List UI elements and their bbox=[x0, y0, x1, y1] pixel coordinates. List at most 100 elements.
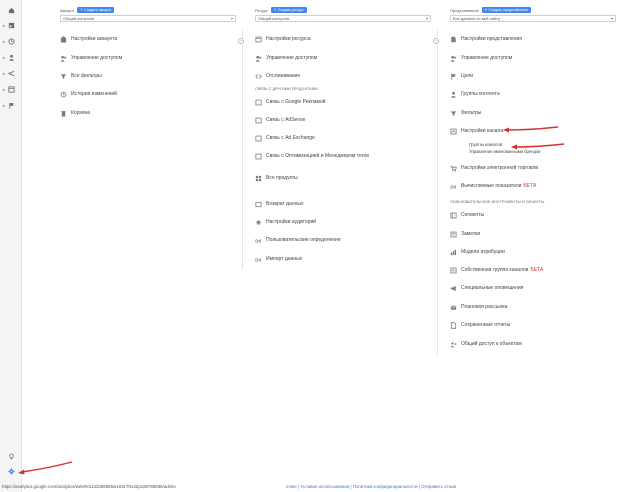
filter-icon bbox=[60, 73, 67, 79]
users-icon bbox=[450, 55, 457, 62]
share-icon bbox=[450, 341, 457, 347]
filter-icon bbox=[450, 110, 457, 116]
ecommerce-settings-link[interactable]: Настройки электронной торговли bbox=[450, 163, 538, 173]
history-icon bbox=[60, 91, 67, 97]
svg-text:Dd: Dd bbox=[255, 257, 261, 262]
nav-realtime[interactable]: ▸ bbox=[3, 36, 21, 47]
link-icon bbox=[255, 117, 262, 123]
google-ads-link[interactable]: Связь с Google Рекламой bbox=[255, 97, 325, 107]
behavior-icon bbox=[8, 86, 15, 93]
scheduled-emails-link[interactable]: Плановая рассылка bbox=[450, 302, 507, 312]
account-label: Аккаунт bbox=[60, 7, 75, 13]
account-trash-link[interactable]: Корзина bbox=[60, 108, 90, 118]
nav-behavior[interactable]: ▸ bbox=[3, 84, 21, 95]
divider bbox=[437, 30, 438, 355]
share-assets-link[interactable]: Общий доступ к объектам bbox=[450, 339, 522, 349]
data-import-link[interactable]: Dd Импорт данных bbox=[255, 254, 302, 264]
segment-icon bbox=[450, 212, 457, 218]
lightbulb-icon bbox=[9, 453, 14, 460]
nav-audience[interactable]: ▸ bbox=[3, 52, 21, 63]
calculated-metrics-link[interactable]: Dd Вычисляемые показатели БЕТА bbox=[450, 181, 536, 191]
property-icon bbox=[255, 36, 262, 42]
status-url: https://analytics.google.com/analytics/w… bbox=[2, 484, 176, 489]
product-linking-heading: СВЯЗЬ С ДРУГИМИ ПРОДУКТАМИ bbox=[255, 87, 318, 91]
trash-icon bbox=[61, 110, 66, 117]
beta-badge: БЕТА bbox=[530, 267, 544, 273]
account-selector[interactable]: Общий контроля ▾ bbox=[60, 15, 236, 22]
doc-icon bbox=[451, 36, 456, 42]
dd-icon: Dd bbox=[255, 238, 261, 243]
account-history-link[interactable]: История изменений bbox=[60, 89, 117, 99]
create-account-button[interactable]: + Создать аккаунт bbox=[77, 7, 115, 13]
tracking-info-link[interactable]: Отслеживание bbox=[255, 71, 300, 81]
building-icon bbox=[60, 35, 67, 43]
svg-text:Dd: Dd bbox=[450, 184, 456, 189]
channel-groups-link[interactable]: Группы каналов bbox=[469, 142, 502, 147]
property-settings-link[interactable]: Настройки ресурса bbox=[255, 34, 310, 44]
view-filters-link[interactable]: Фильтры bbox=[450, 108, 481, 118]
account-access-link[interactable]: Управление доступом bbox=[60, 53, 122, 63]
create-property-button[interactable]: + Создать ресурс bbox=[270, 7, 307, 13]
custom-definitions-link[interactable]: Dd Пользовательские определения bbox=[255, 235, 340, 245]
property-access-link[interactable]: Управление доступом bbox=[255, 53, 317, 63]
cart-icon bbox=[450, 165, 457, 172]
nav-acquisition[interactable]: ▸ bbox=[3, 68, 21, 79]
beta-badge: БЕТА bbox=[523, 183, 537, 189]
custom-alerts-link[interactable]: Специальные оповещения bbox=[450, 283, 523, 293]
account-panel: Настройки аккаунта Управление доступом В… bbox=[60, 27, 238, 272]
nav-customization[interactable]: ▸ bbox=[3, 20, 21, 31]
custom-channel-grouping-link[interactable]: Собственная группа каналов БЕТА bbox=[450, 265, 543, 275]
account-collapse-toggle[interactable]: ‹ bbox=[238, 38, 244, 44]
users-icon bbox=[255, 55, 262, 62]
attribution-models-link[interactable]: Модели атрибуции bbox=[450, 247, 505, 257]
person-icon bbox=[8, 54, 15, 61]
view-label: Представление bbox=[450, 7, 479, 13]
footer: https://analytics.google.com/analytics/w… bbox=[0, 482, 624, 492]
link-icon bbox=[255, 99, 262, 105]
mail-icon bbox=[450, 305, 457, 310]
annotations-link[interactable]: Заметки bbox=[450, 229, 480, 239]
segments-link[interactable]: Сегменты bbox=[450, 210, 484, 220]
saved-reports-link[interactable]: Сохраненные отчеты bbox=[450, 320, 510, 330]
megaphone-icon bbox=[450, 285, 456, 291]
dashboard-icon bbox=[8, 22, 15, 29]
return-icon bbox=[255, 201, 262, 207]
channel-settings-link[interactable]: Настройки канала bbox=[450, 126, 503, 136]
property-label: Ресурс bbox=[255, 7, 268, 13]
account-filters-link[interactable]: Все фильтры bbox=[60, 71, 102, 81]
home-icon bbox=[8, 7, 15, 14]
goals-link[interactable]: Цели bbox=[450, 71, 473, 81]
audience-definitions-link[interactable]: Настройки аудиторий bbox=[255, 217, 316, 227]
nav-conversions[interactable]: ▸ bbox=[3, 100, 21, 111]
view-selector[interactable]: Все данные по веб-сайту ▾ bbox=[450, 15, 616, 22]
annotation-arrow-admin bbox=[18, 461, 73, 475]
content-grouping-link[interactable]: Группы контента bbox=[450, 89, 500, 99]
left-nav-sidebar: ▸ ▸ ▸ ▸ ▸ ▸ bbox=[0, 0, 22, 492]
nav-home[interactable] bbox=[3, 5, 21, 16]
property-collapse-toggle[interactable]: ‹ bbox=[433, 38, 439, 44]
divider bbox=[242, 30, 243, 270]
view-settings-link[interactable]: Настройки представления bbox=[450, 34, 522, 44]
doc-icon bbox=[450, 321, 457, 329]
adsense-link[interactable]: Связь с AdSense bbox=[255, 115, 305, 125]
all-products-link[interactable]: Все продукты bbox=[255, 173, 298, 183]
optimize-tagmanager-link[interactable]: Связь с Оптимизацией и Менеджером тегов bbox=[255, 151, 369, 161]
clock-icon bbox=[8, 38, 15, 45]
grid-icon bbox=[255, 175, 262, 181]
postbacks-link[interactable]: Возврат данных bbox=[255, 199, 303, 209]
bar-icon bbox=[450, 249, 457, 255]
link-icon bbox=[255, 135, 262, 141]
property-selector[interactable]: Общий контроля ▾ bbox=[255, 15, 431, 22]
view-header: Представление + Создать представление bbox=[450, 7, 532, 13]
account-settings-link[interactable]: Настройки аккаунта bbox=[60, 34, 117, 44]
annotation-arrow-channel-settings bbox=[503, 126, 559, 133]
channel-icon bbox=[450, 128, 457, 134]
channel-icon bbox=[450, 267, 457, 273]
flag-icon bbox=[9, 102, 14, 109]
flag-icon bbox=[451, 73, 456, 80]
footer-links[interactable]: ктике | Условия использования | Политика… bbox=[286, 484, 456, 489]
property-panel: Настройки ресурса Управление доступом От… bbox=[255, 27, 433, 272]
view-access-link[interactable]: Управление доступом bbox=[450, 53, 512, 63]
ad-exchange-link[interactable]: Связь с Ad Exchange bbox=[255, 133, 315, 143]
create-view-button[interactable]: + Создать представление bbox=[481, 7, 532, 13]
